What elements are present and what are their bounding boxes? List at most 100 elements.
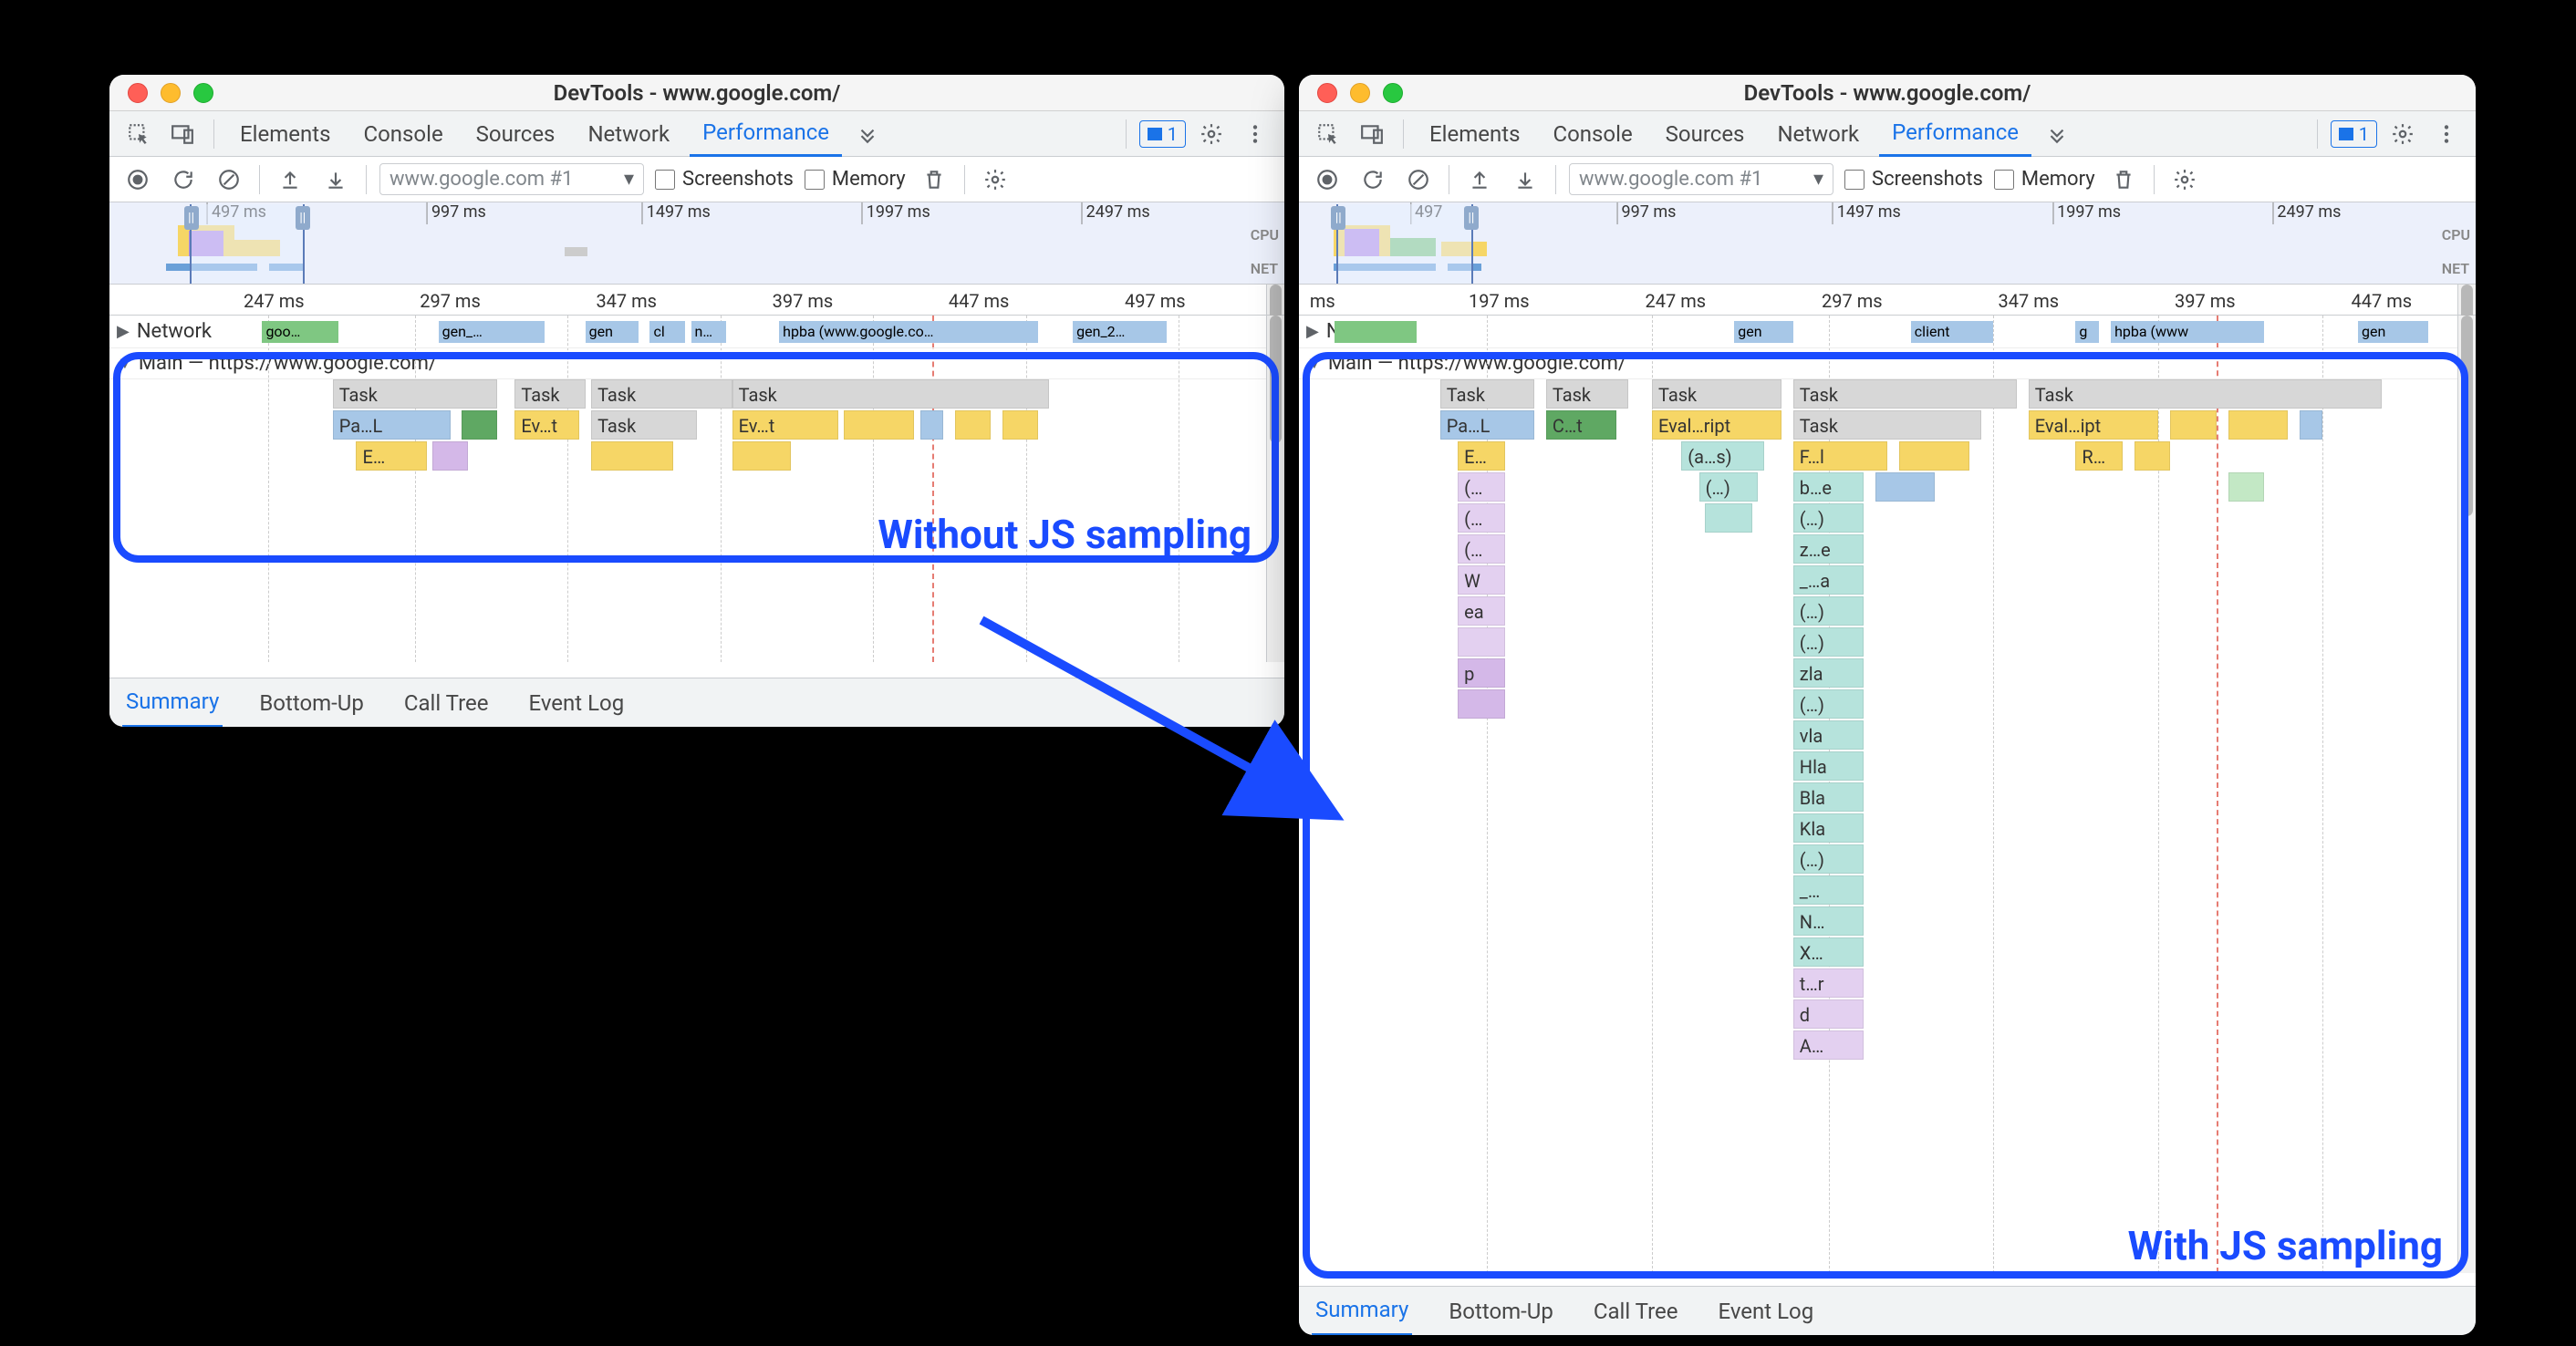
- flame-frame[interactable]: (…): [1699, 472, 1759, 502]
- bottom-tab-calltree[interactable]: Call Tree: [1590, 1287, 1682, 1336]
- network-bar[interactable]: [1335, 321, 1417, 343]
- network-bar[interactable]: n…: [691, 321, 727, 343]
- flame-frame[interactable]: Hla: [1793, 751, 1864, 781]
- network-bar[interactable]: goo…: [262, 321, 338, 343]
- flame-frame[interactable]: (…): [1793, 844, 1864, 874]
- timeline-overview[interactable]: 497 997 ms 1497 ms 1997 ms 2497 ms CPU N…: [1299, 202, 2476, 285]
- flame-frame[interactable]: [844, 410, 914, 440]
- flame-frame[interactable]: (…: [1458, 503, 1505, 533]
- flame-frame[interactable]: d: [1793, 999, 1864, 1029]
- flame-frame[interactable]: [1458, 689, 1505, 719]
- flame-frame[interactable]: X…: [1793, 937, 1864, 967]
- flame-frame[interactable]: [920, 410, 944, 440]
- flame-frame[interactable]: p: [1458, 658, 1505, 688]
- more-tabs-icon[interactable]: [849, 116, 886, 152]
- flame-frame[interactable]: zla: [1793, 658, 1864, 688]
- clear-button[interactable]: [212, 162, 246, 197]
- close-window-button[interactable]: [128, 83, 148, 103]
- flame-frame[interactable]: Task: [732, 379, 1050, 409]
- bottom-tab-bottomup[interactable]: Bottom-Up: [1445, 1287, 1557, 1336]
- disclosure-triangle-icon[interactable]: ▼: [1306, 354, 1328, 373]
- screenshots-checkbox[interactable]: Screenshots: [655, 168, 794, 191]
- network-bar[interactable]: cl: [649, 321, 685, 343]
- flame-frame[interactable]: z…e: [1793, 534, 1864, 564]
- flame-frame[interactable]: [955, 410, 991, 440]
- bottom-tab-summary[interactable]: Summary: [1312, 1287, 1412, 1336]
- flame-frame[interactable]: R…: [2075, 441, 2123, 471]
- flame-frame[interactable]: [2300, 410, 2323, 440]
- network-lane[interactable]: ▶ Network goo…gen_…gencln…hpba (www.goog…: [109, 316, 1284, 348]
- flame-frame[interactable]: [1002, 410, 1038, 440]
- upload-profile-icon[interactable]: [1462, 162, 1497, 197]
- flame-frame[interactable]: (…: [1458, 472, 1505, 502]
- close-window-button[interactable]: [1317, 83, 1337, 103]
- tab-sources[interactable]: Sources: [1653, 111, 1758, 157]
- main-lane-header[interactable]: ▼ Main — https://www.google.com/: [1299, 348, 2476, 379]
- network-bar[interactable]: gen_…: [439, 321, 545, 343]
- flame-frame[interactable]: (…: [1458, 534, 1505, 564]
- network-bar[interactable]: gen: [2358, 321, 2428, 343]
- device-toolbar-icon[interactable]: [1354, 116, 1390, 152]
- flame-frame[interactable]: [1875, 472, 1935, 502]
- tab-performance[interactable]: Performance: [690, 111, 842, 157]
- inspect-element-icon[interactable]: [120, 116, 157, 152]
- flame-frame[interactable]: Kla: [1793, 813, 1864, 843]
- flame-frame[interactable]: Task: [1793, 410, 1981, 440]
- profile-selector[interactable]: www.google.com #1 ▾: [379, 163, 644, 195]
- flame-frame[interactable]: _…a: [1793, 565, 1864, 595]
- flame-frame[interactable]: t…r: [1793, 968, 1864, 998]
- minimize-window-button[interactable]: [161, 83, 181, 103]
- network-bar[interactable]: gen_2…: [1073, 321, 1167, 343]
- tab-elements[interactable]: Elements: [1417, 111, 1532, 157]
- tab-console[interactable]: Console: [1540, 111, 1645, 157]
- network-bar[interactable]: g: [2075, 321, 2099, 343]
- capture-settings-gear-icon[interactable]: [978, 162, 1013, 197]
- maximize-window-button[interactable]: [1383, 83, 1403, 103]
- tab-sources[interactable]: Sources: [463, 111, 568, 157]
- inspect-element-icon[interactable]: [1310, 116, 1346, 152]
- flame-scrollbar[interactable]: [2457, 316, 2476, 1273]
- flame-frame[interactable]: [1705, 503, 1752, 533]
- tab-network[interactable]: Network: [1764, 111, 1872, 157]
- flame-frame[interactable]: [1899, 441, 1969, 471]
- memory-checkbox[interactable]: Memory: [805, 168, 906, 191]
- kebab-menu-icon[interactable]: [2428, 116, 2465, 152]
- clear-button[interactable]: [1401, 162, 1436, 197]
- tab-performance[interactable]: Performance: [1879, 111, 2031, 157]
- minimize-window-button[interactable]: [1350, 83, 1370, 103]
- flame-frame[interactable]: [1458, 627, 1505, 657]
- bottom-tab-bottomup[interactable]: Bottom-Up: [255, 678, 368, 728]
- network-bar[interactable]: hpba (www.google.co…: [779, 321, 1037, 343]
- viewport-handle-right[interactable]: ||: [1464, 206, 1479, 230]
- flame-frame[interactable]: Task: [1546, 379, 1628, 409]
- flame-frame[interactable]: Task: [514, 379, 585, 409]
- timeline-overview[interactable]: 497 ms 997 ms 1497 ms 1997 ms 2497 ms CP…: [109, 202, 1284, 285]
- flame-frame[interactable]: Task: [591, 410, 697, 440]
- flame-frame[interactable]: W: [1458, 565, 1505, 595]
- flame-frame[interactable]: Task: [1440, 379, 1534, 409]
- network-bar[interactable]: hpba (www: [2111, 321, 2264, 343]
- download-profile-icon[interactable]: [318, 162, 353, 197]
- flame-frame[interactable]: [732, 441, 791, 471]
- flame-frame[interactable]: [462, 410, 497, 440]
- network-bar[interactable]: gen: [586, 321, 639, 343]
- maximize-window-button[interactable]: [193, 83, 213, 103]
- viewport-handle-left[interactable]: ||: [184, 206, 199, 230]
- flame-frame[interactable]: (…): [1793, 689, 1864, 719]
- viewport-handle-left[interactable]: ||: [1331, 206, 1345, 230]
- flame-frame[interactable]: Ev…t: [514, 410, 579, 440]
- memory-checkbox[interactable]: Memory: [1994, 168, 2095, 191]
- device-toolbar-icon[interactable]: [164, 116, 201, 152]
- flame-frame[interactable]: [432, 441, 468, 471]
- bottom-tab-summary[interactable]: Summary: [122, 678, 223, 728]
- flame-area[interactable]: ▶ Network genclientghpba (wwwgen ▼ Main …: [1299, 316, 2476, 1273]
- issues-button[interactable]: 1: [2331, 120, 2377, 148]
- overview-viewport[interactable]: || ||: [1336, 204, 1473, 284]
- capture-settings-gear-icon[interactable]: [2167, 162, 2202, 197]
- flame-frame[interactable]: Pa…L: [1440, 410, 1534, 440]
- bottom-tab-calltree[interactable]: Call Tree: [400, 678, 493, 728]
- disclosure-triangle-icon[interactable]: ▼: [117, 354, 139, 373]
- viewport-handle-right[interactable]: ||: [296, 206, 310, 230]
- tab-elements[interactable]: Elements: [227, 111, 343, 157]
- flame-frame[interactable]: Eval…ipt: [2029, 410, 2158, 440]
